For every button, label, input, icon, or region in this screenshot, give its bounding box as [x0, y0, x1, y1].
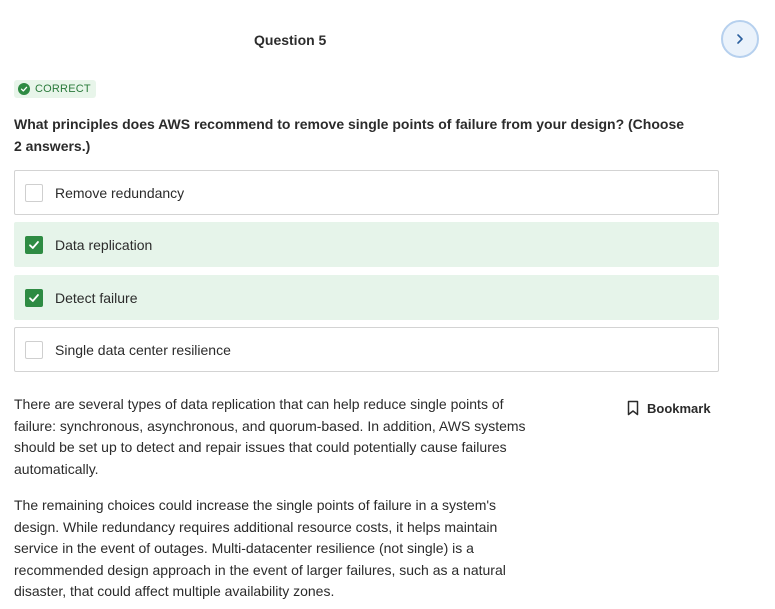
answer-option-data-replication[interactable]: Data replication — [14, 222, 719, 267]
option-label: Data replication — [55, 236, 153, 253]
quiz-review-page: Question 5 CORRECT What principles does … — [0, 0, 775, 609]
checkbox-checked[interactable] — [25, 288, 43, 307]
question-title: Question 5 — [254, 32, 327, 48]
explanation-paragraph-1: There are several types of data replicat… — [14, 396, 526, 477]
answer-option-detect-failure[interactable]: Detect failure — [14, 275, 719, 320]
answer-option-single-data-center[interactable]: Single data center resilience — [14, 327, 719, 372]
checkbox-checked[interactable] — [25, 235, 43, 254]
answer-option-remove-redundancy[interactable]: Remove redundancy — [14, 170, 719, 215]
explanation-paragraph-2: The remaining choices could increase the… — [14, 497, 506, 599]
checkbox-unchecked[interactable] — [25, 183, 43, 202]
option-label: Detect failure — [55, 289, 138, 306]
chevron-right-icon — [734, 33, 746, 45]
question-prompt: What principles does AWS recommend to re… — [14, 116, 685, 154]
status-badge: CORRECT — [14, 80, 96, 98]
option-label: Single data center resilience — [55, 341, 231, 358]
bookmark-button[interactable]: Bookmark — [627, 400, 711, 416]
checkbox-unchecked[interactable] — [25, 340, 43, 359]
bookmark-label: Bookmark — [647, 400, 711, 416]
checkmark-icon — [29, 240, 39, 249]
option-label: Remove redundancy — [55, 184, 185, 201]
checkmark-icon — [29, 293, 39, 302]
next-question-button[interactable] — [721, 20, 759, 58]
check-circle-icon — [18, 83, 30, 95]
status-label: CORRECT — [35, 83, 91, 95]
bookmark-icon — [627, 400, 647, 416]
